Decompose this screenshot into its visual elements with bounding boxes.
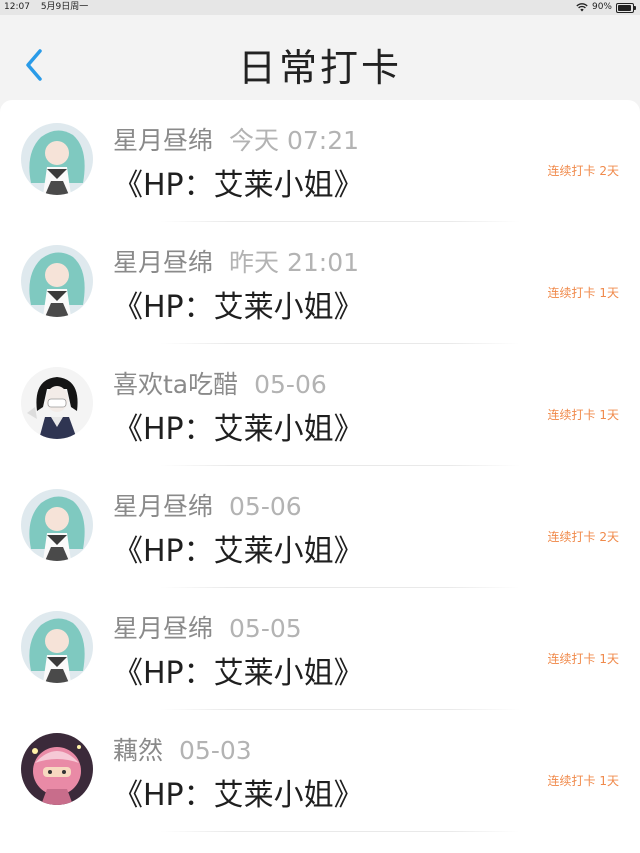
list-item[interactable]: 星月昼绵 昨天 21:01 《HP：艾莱小姐》 连续打卡 1天 xyxy=(0,222,640,344)
user-name-text: 喜欢ta吃醋 xyxy=(113,370,239,399)
book-title: 《HP：艾莱小姐》 xyxy=(113,534,364,569)
page-title: 日常打卡 xyxy=(237,46,402,90)
user-name-text: 藕然 xyxy=(113,736,164,765)
user-name-text: 星月昼绵 xyxy=(113,248,214,277)
avatar[interactable] xyxy=(21,489,93,561)
avatar[interactable] xyxy=(21,611,93,683)
user-name: 藕然 05-03 xyxy=(113,731,252,767)
streak-badge: 连续打卡 2天 xyxy=(547,530,619,544)
status-time: 12:07 xyxy=(4,2,30,12)
status-date: 5月9日周一 xyxy=(40,2,89,12)
user-name-text: 星月昼绵 xyxy=(113,492,214,521)
avatar[interactable] xyxy=(21,733,93,805)
battery-percent: 90% xyxy=(591,2,612,12)
streak-badge: 连续打卡 1天 xyxy=(547,774,619,788)
book-title: 《HP：艾莱小姐》 xyxy=(113,290,364,325)
streak-badge: 连续打卡 1天 xyxy=(547,286,619,300)
list-item[interactable]: 藕然 05-03 《HP：艾莱小姐》 连续打卡 1天 xyxy=(0,710,640,832)
list-item[interactable]: 星月昼绵 今天 07:21 《HP：艾莱小姐》 连续打卡 2天 xyxy=(0,100,640,222)
avatar[interactable] xyxy=(21,367,93,439)
book-title: 《HP：艾莱小姐》 xyxy=(113,412,364,447)
checkin-time: 05-05 xyxy=(229,614,302,643)
user-name: 星月昼绵 昨天 21:01 xyxy=(113,243,359,279)
checkin-time: 昨天 21:01 xyxy=(229,248,360,277)
book-title: 《HP：艾莱小姐》 xyxy=(113,656,364,691)
wifi-icon xyxy=(576,3,588,12)
user-name: 喜欢ta吃醋 05-06 xyxy=(113,365,327,401)
avatar[interactable] xyxy=(21,123,93,195)
list-item[interactable]: 星月昼绵 05-05 《HP：艾莱小姐》 连续打卡 1天 xyxy=(0,588,640,710)
user-name-text: 星月昼绵 xyxy=(113,614,214,643)
avatar[interactable] xyxy=(21,245,93,317)
checkin-time: 05-06 xyxy=(229,492,302,521)
streak-badge: 连续打卡 1天 xyxy=(547,652,619,666)
book-title: 《HP：艾莱小姐》 xyxy=(113,168,364,203)
streak-badge: 连续打卡 2天 xyxy=(547,164,619,178)
checkin-time: 今天 07:21 xyxy=(229,126,360,155)
user-name: 星月昼绵 05-06 xyxy=(113,487,302,523)
user-name: 星月昼绵 05-05 xyxy=(113,609,302,645)
user-name-text: 星月昼绵 xyxy=(113,126,214,155)
battery-icon xyxy=(616,2,636,13)
divider xyxy=(160,831,520,832)
user-name: 星月昼绵 今天 07:21 xyxy=(113,121,359,157)
list-item[interactable]: 喜欢ta吃醋 05-06 《HP：艾莱小姐》 连续打卡 1天 xyxy=(0,344,640,466)
header: 日常打卡 xyxy=(0,15,640,100)
checkin-time: 05-06 xyxy=(254,370,327,399)
status-bar: 12:07 5月9日周一 90% xyxy=(0,0,640,15)
checkin-list: 星月昼绵 今天 07:21 《HP：艾莱小姐》 连续打卡 2天 星月昼绵 昨天 21… xyxy=(0,100,640,853)
list-item[interactable]: 星月昼绵 05-06 《HP：艾莱小姐》 连续打卡 2天 xyxy=(0,466,640,588)
streak-badge: 连续打卡 1天 xyxy=(547,408,619,422)
book-title: 《HP：艾莱小姐》 xyxy=(113,778,364,813)
checkin-time: 05-03 xyxy=(179,736,252,765)
